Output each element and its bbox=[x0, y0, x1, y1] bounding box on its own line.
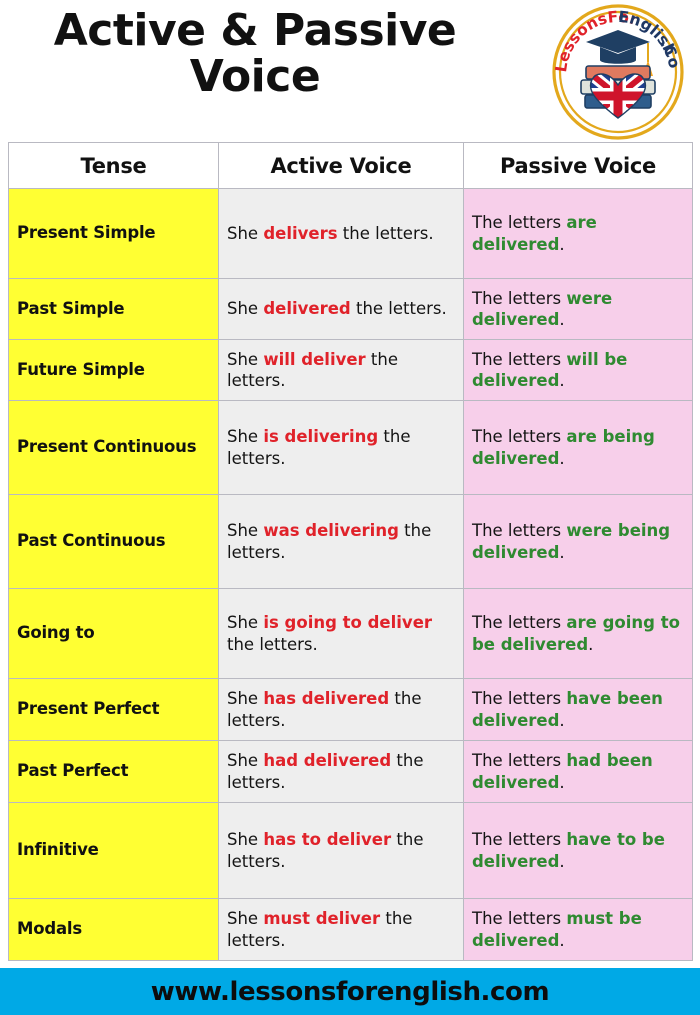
sentence-text: the letters. bbox=[227, 634, 318, 654]
sentence-text: She bbox=[227, 689, 264, 709]
highlight-active-verb: must deliver bbox=[263, 909, 381, 929]
table-row: Present Perfect She has delivered the let… bbox=[8, 678, 693, 741]
cell-tense: Modals bbox=[8, 898, 219, 961]
cell-tense: Present Simple bbox=[8, 188, 219, 279]
sentence-text: The letters bbox=[472, 213, 567, 233]
sentence-text: The letters bbox=[472, 909, 567, 929]
sentence-text: She bbox=[227, 223, 264, 243]
sentence-text: She bbox=[227, 349, 264, 369]
sentence-text: The letters bbox=[472, 751, 567, 771]
highlight-active-verb: was delivering bbox=[263, 521, 399, 541]
table-row: Modals She must deliver the letters. The l… bbox=[8, 898, 693, 961]
sentence-text: She bbox=[227, 909, 264, 929]
page-header: Active & Passive Voice LessonsFor Englis… bbox=[0, 0, 700, 142]
highlight-active-verb: will deliver bbox=[263, 349, 366, 369]
cell-passive-voice: The letters are delivered. bbox=[463, 188, 693, 279]
sentence-text: She bbox=[227, 521, 264, 541]
sentence-text: She bbox=[227, 427, 264, 447]
cell-passive-voice: The letters had been delivered. bbox=[463, 740, 693, 803]
cell-active-voice: She delivers the letters. bbox=[218, 188, 464, 279]
sentence-text: She bbox=[227, 751, 264, 771]
sentence-text: The letters bbox=[472, 830, 567, 850]
cell-tense: Present Continuous bbox=[8, 400, 219, 495]
cell-active-voice: She has delivered the letters. bbox=[218, 678, 464, 741]
cell-active-voice: She is delivering the letters. bbox=[218, 400, 464, 495]
table-row: Past Simple She delivered the letters. The… bbox=[8, 278, 693, 340]
table-row: Past Continuous She was delivering the le… bbox=[8, 494, 693, 589]
sentence-text: . bbox=[559, 371, 565, 390]
column-header-tense: Tense bbox=[8, 142, 219, 189]
cell-passive-voice: The letters are being delivered. bbox=[463, 400, 693, 495]
table-header: Tense Active Voice Passive Voice bbox=[8, 142, 693, 189]
cell-passive-voice: The letters are going to be delivered. bbox=[463, 588, 693, 679]
cell-tense: Going to bbox=[8, 588, 219, 679]
table-row: Past Perfect She had delivered the letter… bbox=[8, 740, 693, 803]
sentence-text: . bbox=[588, 634, 594, 654]
highlight-active-verb: is delivering bbox=[263, 427, 379, 447]
sentence-text: . bbox=[559, 851, 565, 871]
sentence-text: The letters bbox=[472, 288, 567, 308]
cell-active-voice: She has to deliver the letters. bbox=[218, 802, 464, 899]
cell-active-voice: She will deliver the letters. bbox=[218, 339, 464, 401]
sentence-text: . bbox=[559, 310, 565, 329]
cell-passive-voice: The letters have been delivered. bbox=[463, 678, 693, 741]
active-passive-voice-table: Tense Active Voice Passive Voice Present… bbox=[8, 142, 693, 961]
voice-table-container: Tense Active Voice Passive Voice Present… bbox=[8, 142, 693, 961]
sentence-text: She bbox=[227, 299, 264, 319]
highlight-active-verb: had delivered bbox=[263, 751, 392, 771]
sentence-text: The letters bbox=[472, 613, 567, 633]
cell-active-voice: She delivered the letters. bbox=[218, 278, 464, 340]
sentence-text: . bbox=[559, 772, 565, 792]
cell-passive-voice: The letters will be delivered. bbox=[463, 339, 693, 401]
sentence-text: . bbox=[559, 234, 565, 254]
site-footer: www.lessonsforenglish.com bbox=[0, 968, 700, 1015]
sentence-text: the letters. bbox=[350, 299, 447, 319]
cell-tense: Present Perfect bbox=[8, 678, 219, 741]
highlight-active-verb: has to deliver bbox=[263, 830, 392, 850]
highlight-active-verb: is going to deliver bbox=[263, 613, 433, 633]
cell-passive-voice: The letters were being delivered. bbox=[463, 494, 693, 589]
highlight-active-verb: has delivered bbox=[263, 689, 390, 709]
cell-tense: Past Continuous bbox=[8, 494, 219, 589]
cell-active-voice: She was delivering the letters. bbox=[218, 494, 464, 589]
sentence-text: The letters bbox=[472, 689, 567, 709]
cell-tense: Past Simple bbox=[8, 278, 219, 340]
lessonsforenglish-logo: LessonsFor English .Com bbox=[550, 4, 686, 140]
cell-passive-voice: The letters must be delivered. bbox=[463, 898, 693, 961]
page-title: Active & Passive Voice bbox=[53, 5, 457, 103]
footer-url: www.lessonsforenglish.com bbox=[150, 976, 550, 1007]
table-row: Future Simple She will deliver the letter… bbox=[8, 339, 693, 401]
sentence-text: the letters. bbox=[337, 223, 434, 243]
cell-active-voice: She is going to deliver the letters. bbox=[218, 588, 464, 679]
cell-passive-voice: The letters have to be delivered. bbox=[463, 802, 693, 899]
sentence-text: She bbox=[227, 830, 264, 850]
cell-tense: Future Simple bbox=[8, 339, 219, 401]
sentence-text: . bbox=[559, 930, 565, 950]
cell-tense: Infinitive bbox=[8, 802, 219, 899]
sentence-text: The letters bbox=[472, 349, 567, 369]
cell-passive-voice: The letters were delivered. bbox=[463, 278, 693, 340]
table-header-row: Tense Active Voice Passive Voice bbox=[8, 142, 693, 189]
cell-active-voice: She had delivered the letters. bbox=[218, 740, 464, 803]
sentence-text: She bbox=[227, 613, 264, 633]
sentence-text: The letters bbox=[472, 427, 567, 447]
cell-active-voice: She must deliver the letters. bbox=[218, 898, 464, 961]
highlight-active-verb: delivered bbox=[263, 299, 351, 319]
sentence-text: . bbox=[559, 448, 565, 468]
table-row: Present Continuous She is delivering the … bbox=[8, 400, 693, 495]
sentence-text: The letters bbox=[472, 521, 567, 541]
table-row: Present Simple She delivers the letters. T… bbox=[8, 188, 693, 279]
highlight-active-verb: delivers bbox=[263, 223, 338, 243]
column-header-active-voice: Active Voice bbox=[218, 142, 464, 189]
table-row: Infinitive She has to deliver the letters… bbox=[8, 802, 693, 899]
column-header-passive-voice: Passive Voice bbox=[463, 142, 693, 189]
table-body: Present Simple She delivers the letters. T… bbox=[8, 188, 693, 961]
cell-tense: Past Perfect bbox=[8, 740, 219, 803]
table-row: Going to She is going to deliver the lett… bbox=[8, 588, 693, 679]
sentence-text: . bbox=[559, 542, 565, 562]
sentence-text: . bbox=[559, 710, 565, 730]
